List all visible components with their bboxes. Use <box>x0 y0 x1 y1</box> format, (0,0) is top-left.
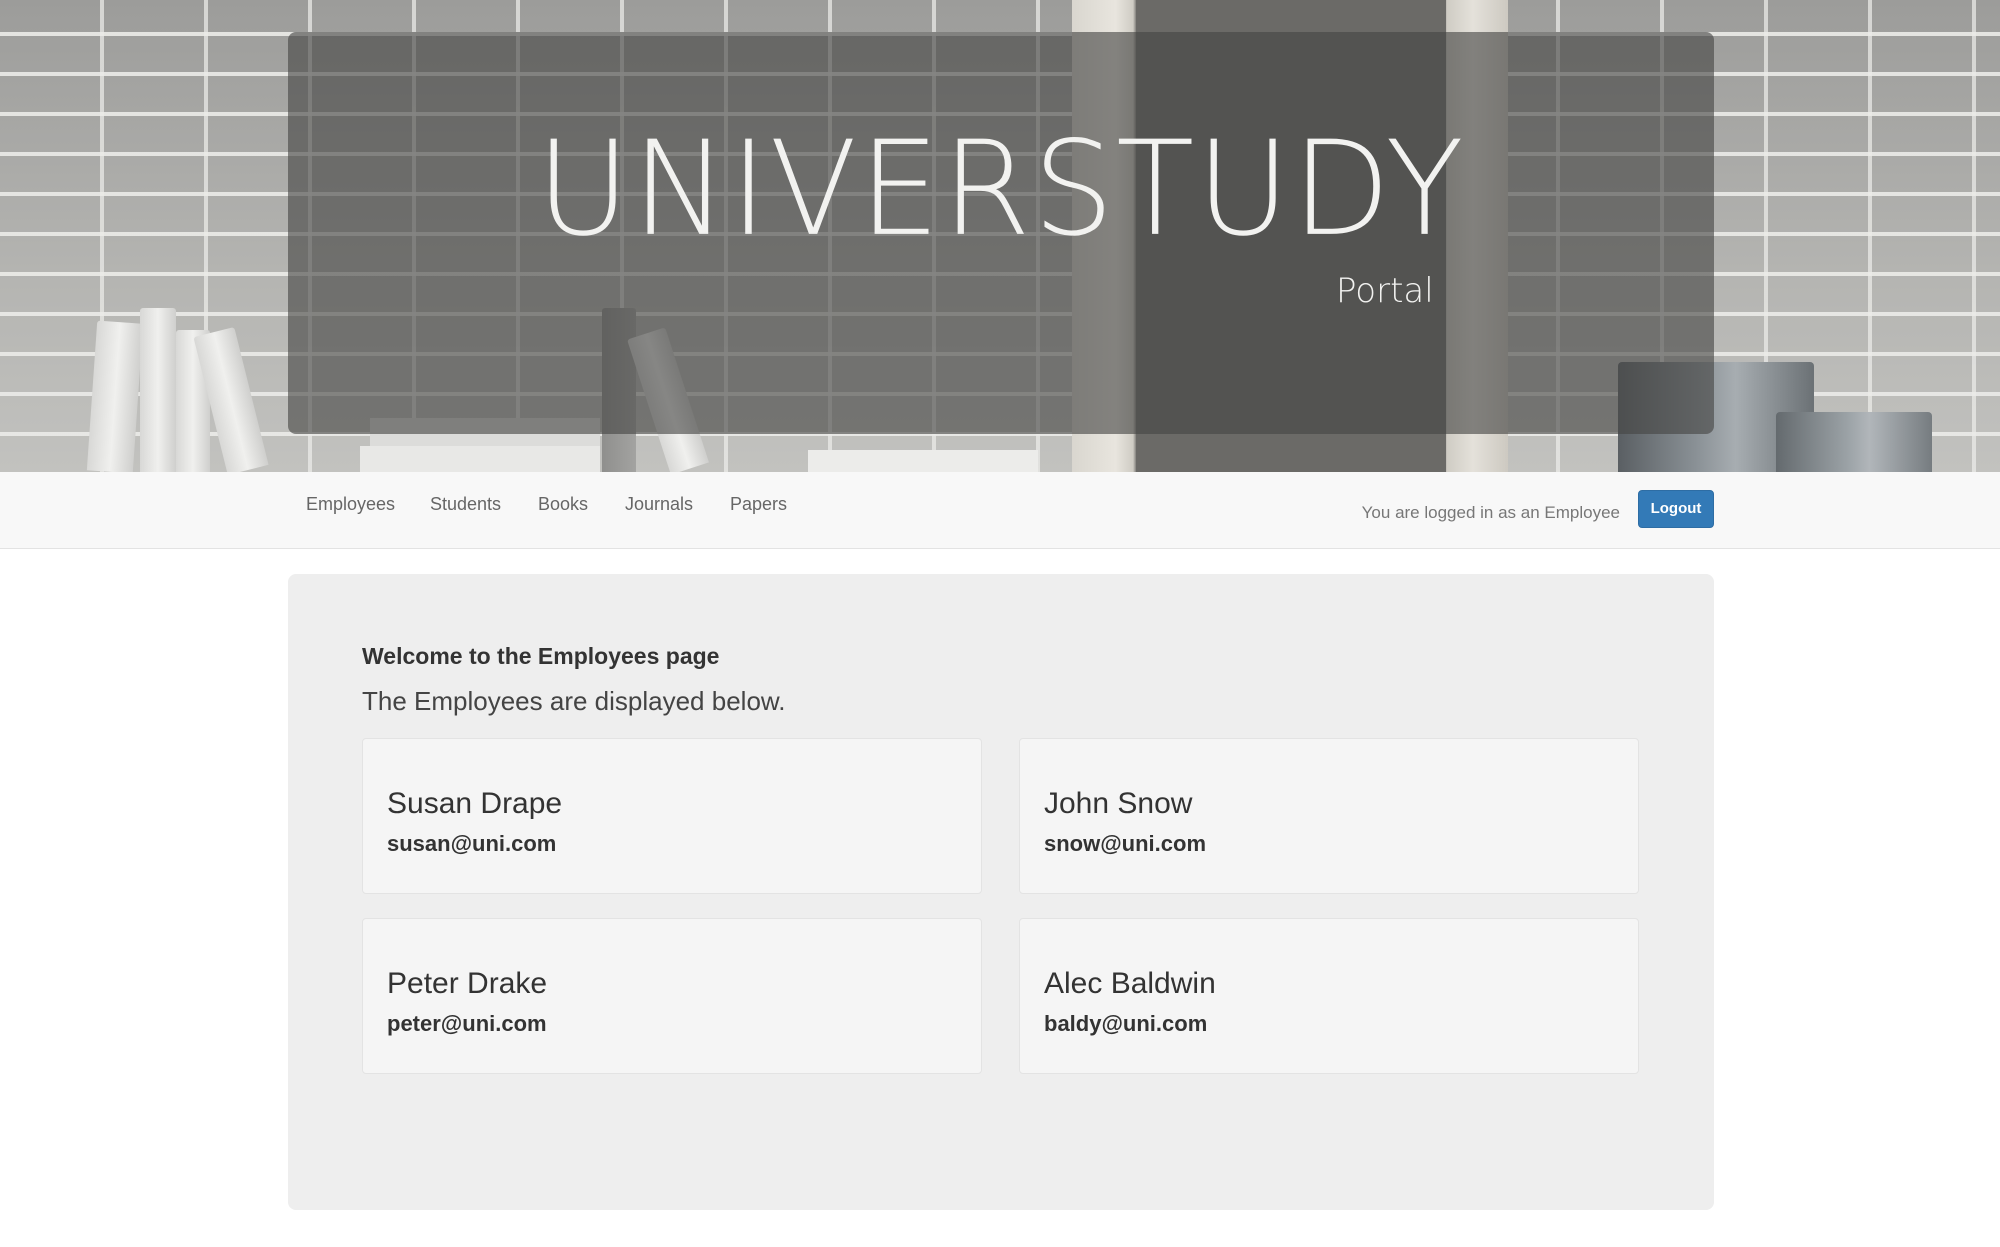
employee-name: Susan Drape <box>387 787 563 820</box>
employee-email: baldy@uni.com <box>1044 1011 1208 1036</box>
background-book-stack <box>808 450 1038 472</box>
employee-card: Peter Drake peter@uni.com <box>362 918 982 1074</box>
logout-button[interactable]: Logout <box>1638 490 1714 528</box>
background-book <box>140 308 176 472</box>
page-subheading: The Employees are displayed below. <box>362 686 786 716</box>
nav-employees-link[interactable]: Employees <box>306 492 395 516</box>
employee-email: peter@uni.com <box>387 1011 547 1036</box>
site-subtitle: Portal <box>1336 271 1434 311</box>
background-bucket <box>1776 412 1932 472</box>
login-status-text: You are logged in as an Employee <box>1361 503 1620 522</box>
background-book <box>86 320 144 472</box>
employee-email: susan@uni.com <box>387 831 557 856</box>
site-title: UNIVERSTUDY <box>536 113 1466 266</box>
nav-papers-link[interactable]: Papers <box>730 492 787 516</box>
background-book-stack <box>360 446 600 472</box>
employee-name: Alec Baldwin <box>1044 967 1216 1000</box>
employee-card: Susan Drape susan@uni.com <box>362 738 982 894</box>
employee-email: snow@uni.com <box>1044 831 1207 856</box>
nav-journals-link[interactable]: Journals <box>625 492 693 516</box>
nav-books-link[interactable]: Books <box>538 492 588 516</box>
employee-card: Alec Baldwin baldy@uni.com <box>1019 918 1639 1074</box>
page-heading: Welcome to the Employees page <box>362 643 720 669</box>
nav-students-link[interactable]: Students <box>430 492 501 516</box>
employee-name: Peter Drake <box>387 967 548 1000</box>
employee-name: John Snow <box>1044 787 1193 820</box>
employee-card: John Snow snow@uni.com <box>1019 738 1639 894</box>
